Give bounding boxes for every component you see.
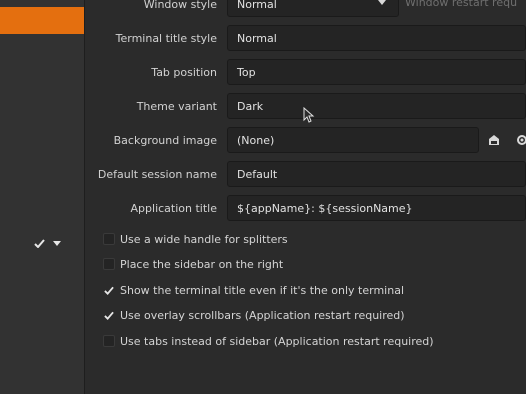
checkmark-icon[interactable] [34, 238, 45, 248]
eraser-icon [489, 135, 499, 145]
tabs-instead-label: Use tabs instead of sidebar (Application… [120, 334, 434, 348]
tab-position-value: Top [237, 65, 256, 79]
wide-handle-checkbox[interactable] [103, 233, 115, 245]
application-title-input[interactable]: ${appName}: ${sessionName} [227, 195, 526, 221]
checkmark-icon [104, 311, 114, 320]
background-image-value: (None) [237, 133, 275, 147]
sidebar [0, 0, 85, 394]
browse-image-button[interactable] [509, 127, 526, 153]
theme-variant-value: Dark [237, 99, 264, 113]
window-style-note: Window restart requ [405, 0, 518, 9]
default-session-name-label: Default session name [97, 168, 217, 181]
checkbox-row-overlay-scrollbars[interactable]: Use overlay scrollbars (Application rest… [103, 306, 405, 324]
mouse-cursor-icon [303, 107, 315, 123]
gear-icon [517, 135, 526, 145]
checkbox-row-sidebar-right[interactable]: Place the sidebar on the right [103, 255, 283, 273]
checkbox-row-wide-handle[interactable]: Use a wide handle for splitters [103, 230, 288, 248]
terminal-title-style-dropdown[interactable]: Normal [227, 25, 526, 51]
tab-position-label: Tab position [151, 66, 217, 79]
window-style-label: Window style [143, 0, 217, 11]
settings-panel: Window style Normal Window restart requ … [85, 0, 526, 394]
application-title-value: ${appName}: ${sessionName} [237, 201, 413, 215]
overlay-scrollbars-label: Use overlay scrollbars (Application rest… [120, 308, 405, 322]
chevron-down-icon[interactable] [53, 240, 61, 246]
background-image-field[interactable]: (None) [227, 127, 479, 153]
clear-image-button[interactable] [481, 127, 507, 153]
theme-variant-dropdown[interactable]: Dark [227, 93, 526, 119]
checkmark-icon [104, 286, 114, 295]
sidebar-right-checkbox[interactable] [103, 258, 115, 270]
tab-position-dropdown[interactable]: Top [227, 59, 526, 85]
wide-handle-label: Use a wide handle for splitters [120, 232, 288, 246]
sidebar-controls [34, 235, 74, 251]
tabs-instead-checkbox[interactable] [103, 335, 115, 347]
sidebar-item-selected[interactable] [0, 7, 84, 34]
checkbox-row-terminal-title[interactable]: Show the terminal title even if it's the… [103, 281, 404, 299]
terminal-title-style-label: Terminal title style [115, 32, 217, 45]
terminal-title-style-value: Normal [237, 31, 277, 45]
overlay-scrollbars-checkbox[interactable] [103, 309, 115, 321]
chevron-down-icon [378, 0, 386, 5]
terminal-title-checkbox[interactable] [103, 284, 115, 296]
theme-variant-label: Theme variant [136, 100, 217, 113]
background-image-label: Background image [113, 134, 217, 147]
window-style-dropdown[interactable]: Normal [227, 0, 399, 17]
sidebar-right-label: Place the sidebar on the right [120, 257, 284, 271]
default-session-name-value: Default [237, 167, 278, 181]
window-style-row: Window style Normal Window restart requ [85, 0, 526, 17]
application-title-label: Application title [130, 202, 217, 215]
checkbox-row-tabs-instead[interactable]: Use tabs instead of sidebar (Application… [103, 332, 434, 350]
window-style-value: Normal [237, 0, 277, 11]
default-session-name-input[interactable]: Default [227, 161, 526, 187]
terminal-title-label: Show the terminal title even if it's the… [120, 283, 404, 297]
